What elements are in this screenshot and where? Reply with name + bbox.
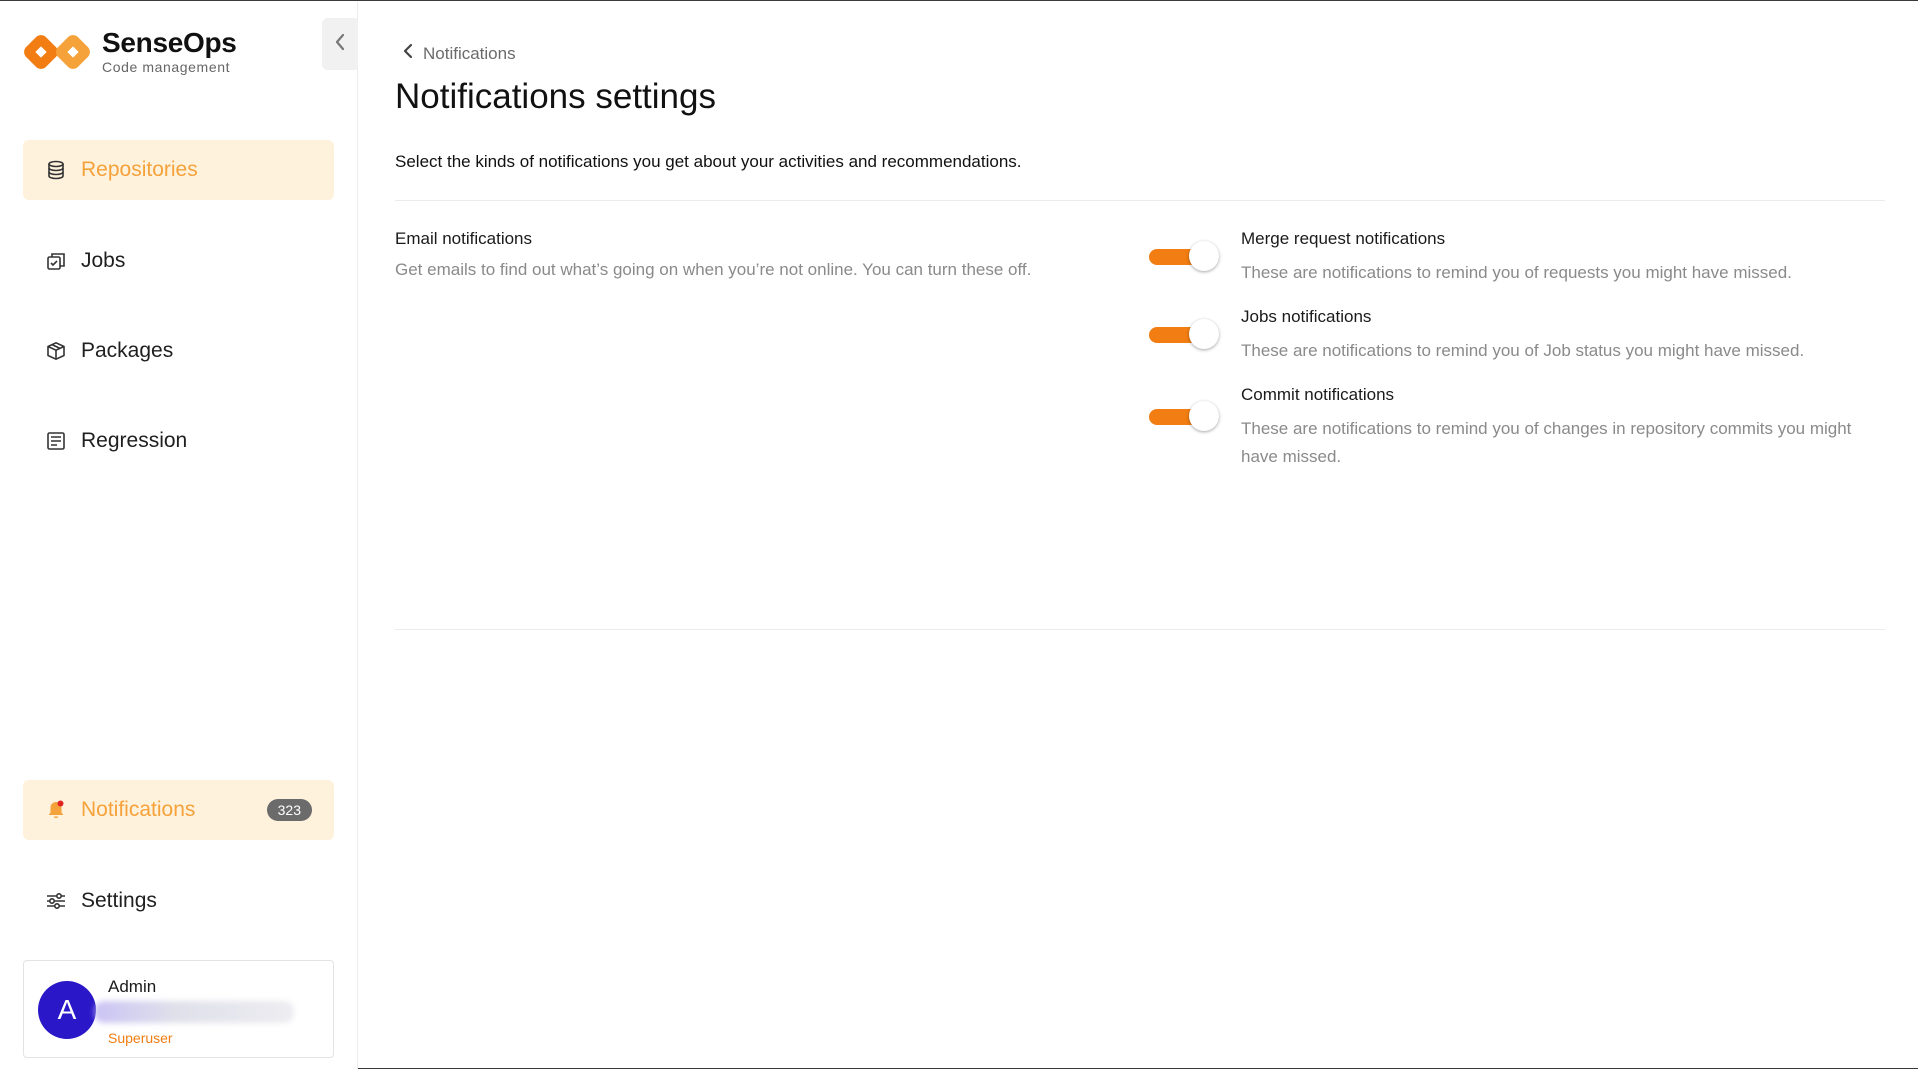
sidebar-item-packages[interactable]: Packages [23,321,334,381]
sidebar-item-label: Jobs [81,249,126,272]
toggle-description: These are notifications to remind you of… [1241,419,1852,466]
redacted-email [94,1001,294,1023]
sidebar-item-label: Packages [81,339,174,362]
bell-icon [45,799,67,821]
sidebar-item-repositories[interactable]: Repositories [23,140,334,200]
breadcrumb-label: Notifications [423,43,516,63]
toggle-knob [1189,319,1219,349]
package-icon [45,340,67,362]
section-divider [395,200,1885,201]
toggle-title: Commit notifications [1241,385,1395,404]
database-icon [45,159,67,181]
section-hint: Get emails to find out what’s going on w… [395,260,1032,279]
jobs-icon [45,250,67,272]
toggle-knob [1189,241,1219,271]
chevron-left-icon [334,33,346,56]
breadcrumb[interactable]: Notifications [403,43,516,64]
section-divider [395,629,1885,630]
sidebar-item-regression[interactable]: Regression [23,411,334,471]
app-frame: SenseOps Code management Repositories Jo… [0,0,1918,1069]
notification-count-badge: 323 [266,799,312,821]
avatar: A [38,981,96,1039]
page-title: Notifications settings [395,77,716,116]
email-notifications-section: Email notifications Get emails to find o… [395,229,1031,280]
toggle-title: Jobs notifications [1241,307,1372,326]
section-title: Email notifications [395,229,533,248]
brand-logo[interactable]: SenseOps Code management [22,28,237,75]
chevron-left-icon [403,43,413,64]
sidebar-item-notifications[interactable]: Notifications 323 [23,780,334,840]
user-role: Superuser [108,1030,173,1046]
brand-tagline: Code management [102,59,231,75]
toggle-description: These are notifications to remind you of… [1241,341,1805,360]
user-profile-card[interactable]: A Admin Superuser [23,960,334,1058]
main-content: Notifications Notifications settings Sel… [395,1,1885,1069]
senseops-logo-icon [22,30,94,74]
page-description: Select the kinds of notifications you ge… [395,152,1022,171]
sidebar-item-label: Notifications [81,798,196,821]
sidebar: SenseOps Code management Repositories Jo… [0,2,358,1069]
commit-toggle[interactable] [1149,399,1219,433]
toggle-knob [1189,401,1219,431]
brand-name: SenseOps [102,27,237,58]
sidebar-item-jobs[interactable]: Jobs [23,231,334,291]
merge-request-toggle[interactable] [1149,239,1219,273]
user-name: Admin [108,977,157,996]
sidebar-item-label: Settings [81,889,157,912]
sidebar-item-label: Regression [81,429,188,452]
sliders-icon [45,890,67,912]
jobs-toggle[interactable] [1149,317,1219,351]
sidebar-item-settings[interactable]: Settings [23,871,334,931]
toggle-description: These are notifications to remind you of… [1241,263,1792,282]
regression-icon [45,430,67,452]
sidebar-collapse-button[interactable] [322,18,358,70]
sidebar-item-label: Repositories [81,158,198,181]
toggle-title: Merge request notifications [1241,229,1446,248]
